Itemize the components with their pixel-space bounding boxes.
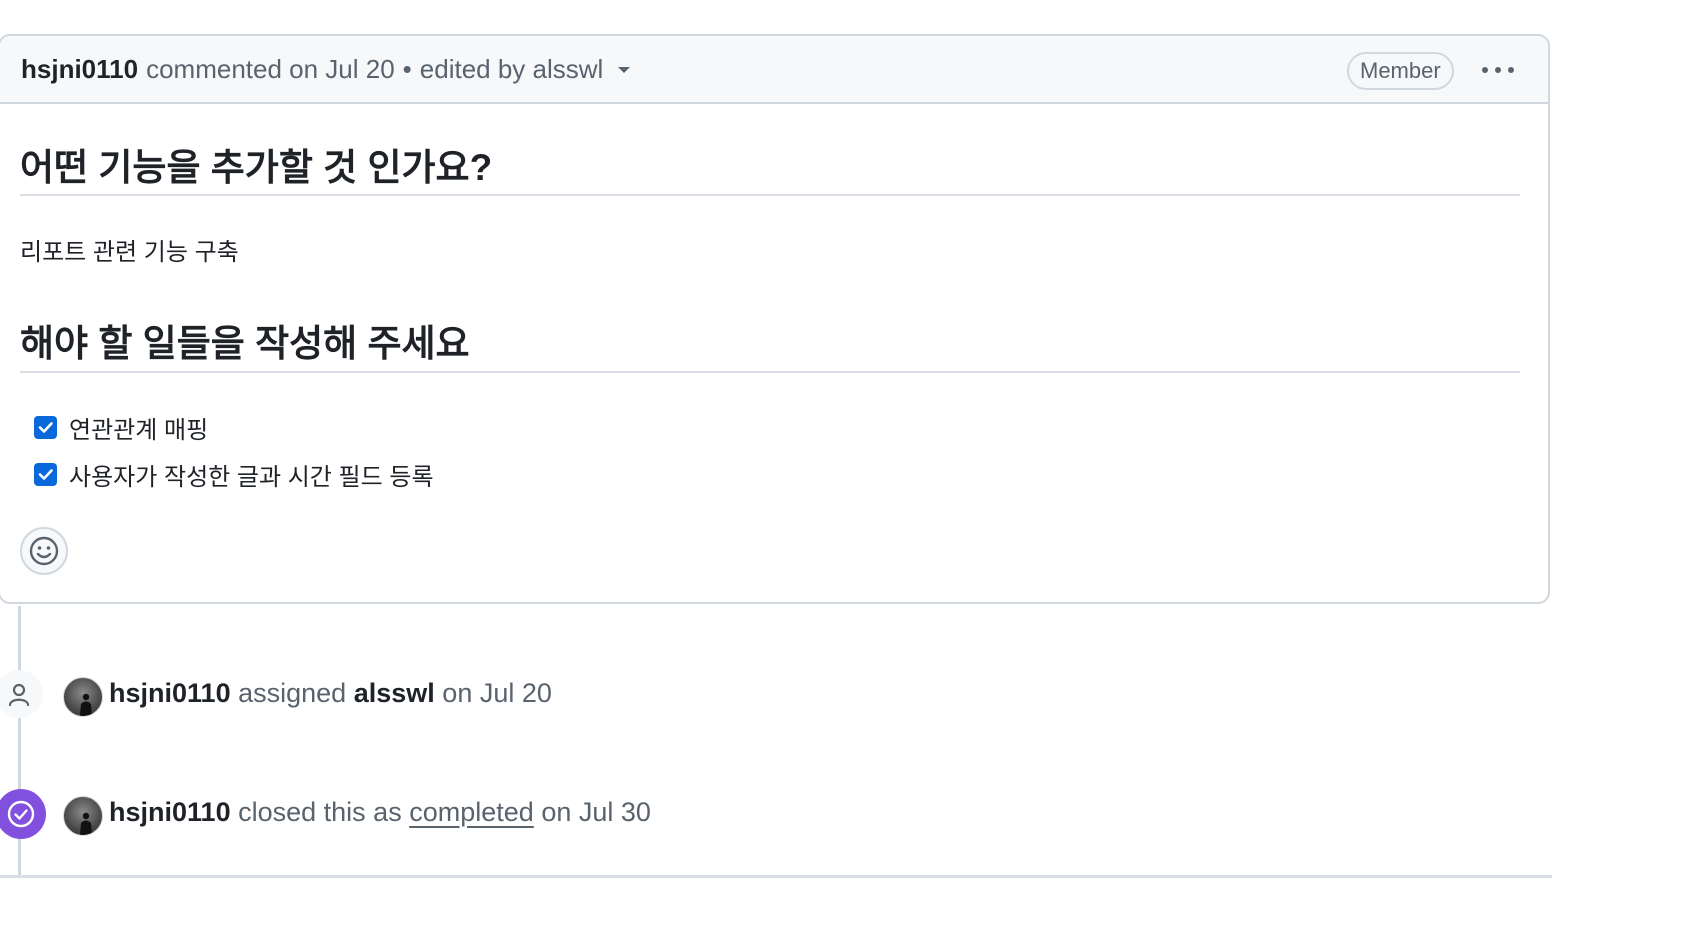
edited-by-label[interactable]: edited by alsswl bbox=[420, 54, 604, 85]
event-actor-link[interactable]: hsjni0110 bbox=[109, 797, 231, 827]
body-heading-feature: 어떤 기능을 추가할 것 인가요? bbox=[20, 147, 493, 188]
avatar[interactable] bbox=[63, 796, 103, 836]
event-verb: closed this as bbox=[238, 797, 402, 827]
issue-comment: hsjni0110 commented on Jul 20 • edited b… bbox=[0, 34, 1550, 604]
person-icon bbox=[0, 670, 43, 718]
task-checkbox[interactable] bbox=[34, 416, 57, 439]
kebab-menu-icon[interactable] bbox=[1480, 58, 1516, 82]
issue-page: hsjni0110 commented on Jul 20 • edited b… bbox=[0, 0, 1684, 944]
event-verb: assigned bbox=[238, 678, 347, 708]
comment-header: hsjni0110 commented on Jul 20 • edited b… bbox=[0, 36, 1548, 104]
add-reaction-button[interactable] bbox=[20, 527, 68, 575]
assigned-event: hsjni0110 assigned alsswl on Jul 20 bbox=[109, 678, 552, 709]
comment-meta: hsjni0110 commented on Jul 20 • edited b… bbox=[21, 54, 631, 85]
body-paragraph: 리포트 관련 기능 구축 bbox=[20, 239, 239, 266]
task-label: 사용자가 작성한 글과 시간 필드 등록 bbox=[69, 464, 434, 491]
check-circle-icon bbox=[0, 789, 46, 839]
smiley-icon bbox=[29, 536, 59, 566]
completed-link[interactable]: completed bbox=[409, 797, 534, 827]
event-date[interactable]: on Jul 30 bbox=[541, 797, 651, 827]
task-list-item: 연관관계 매핑 bbox=[34, 410, 208, 445]
check-icon bbox=[38, 469, 53, 480]
heading-divider bbox=[20, 371, 1520, 373]
assignee-link[interactable]: alsswl bbox=[354, 678, 435, 708]
edit-history-chevron-down-icon[interactable] bbox=[617, 65, 631, 75]
task-checkbox[interactable] bbox=[34, 463, 57, 486]
event-date[interactable]: on Jul 20 bbox=[442, 678, 552, 708]
avatar[interactable] bbox=[63, 677, 103, 717]
body-heading-todo: 해야 할 일들을 작성해 주세요 bbox=[20, 323, 470, 364]
heading-divider bbox=[20, 194, 1520, 196]
member-badge: Member bbox=[1347, 52, 1454, 90]
check-icon bbox=[38, 422, 53, 433]
meta-separator: • bbox=[402, 54, 412, 84]
comment-timestamp[interactable]: commented on Jul 20 bbox=[146, 54, 395, 85]
event-actor-link[interactable]: hsjni0110 bbox=[109, 678, 231, 708]
comment-author-link[interactable]: hsjni0110 bbox=[21, 54, 138, 85]
bottom-divider bbox=[0, 875, 1552, 878]
task-list-item: 사용자가 작성한 글과 시간 필드 등록 bbox=[34, 457, 434, 492]
task-label: 연관관계 매핑 bbox=[69, 417, 209, 444]
closed-event: hsjni0110 closed this as completed on Ju… bbox=[109, 797, 651, 828]
